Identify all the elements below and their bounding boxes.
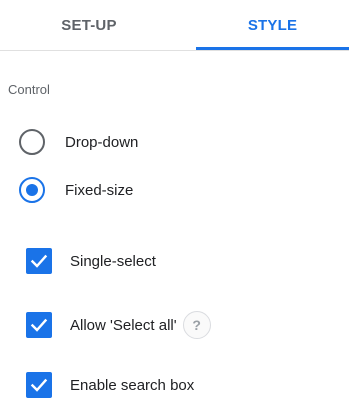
tab-setup[interactable]: SET-UP [4, 0, 174, 50]
radio-option-drop-down[interactable]: Drop-down [19, 129, 138, 155]
radio-option-fixed-size[interactable]: Fixed-size [19, 177, 133, 203]
checkbox-row-allow-select-all[interactable]: Allow 'Select all' ? [26, 311, 211, 339]
check-icon [30, 254, 48, 268]
checkbox-row-single-select[interactable]: Single-select [26, 248, 156, 274]
section-label-control: Control [8, 82, 50, 97]
checkbox-label: Allow 'Select all' [70, 316, 177, 334]
checkbox-enable-search-box[interactable] [26, 372, 52, 398]
radio-label: Fixed-size [65, 181, 134, 199]
checkbox-label: Enable search box [70, 376, 195, 394]
tab-style[interactable]: STYLE [196, 0, 349, 50]
radio-button-drop-down[interactable] [19, 129, 45, 155]
tab-bar: SET-UP STYLE [0, 0, 349, 52]
check-icon [30, 378, 48, 392]
checkbox-row-enable-search-box[interactable]: Enable search box [26, 372, 194, 398]
checkbox-allow-select-all[interactable] [26, 312, 52, 338]
tab-divider [0, 50, 349, 51]
checkbox-single-select[interactable] [26, 248, 52, 274]
check-icon [30, 318, 48, 332]
style-panel: SET-UP STYLE Control Drop-down Fixed-siz… [0, 0, 349, 399]
checkbox-label: Single-select [70, 252, 156, 270]
help-icon[interactable]: ? [182, 311, 211, 339]
radio-button-fixed-size[interactable] [19, 177, 45, 203]
radio-label: Drop-down [65, 133, 139, 151]
